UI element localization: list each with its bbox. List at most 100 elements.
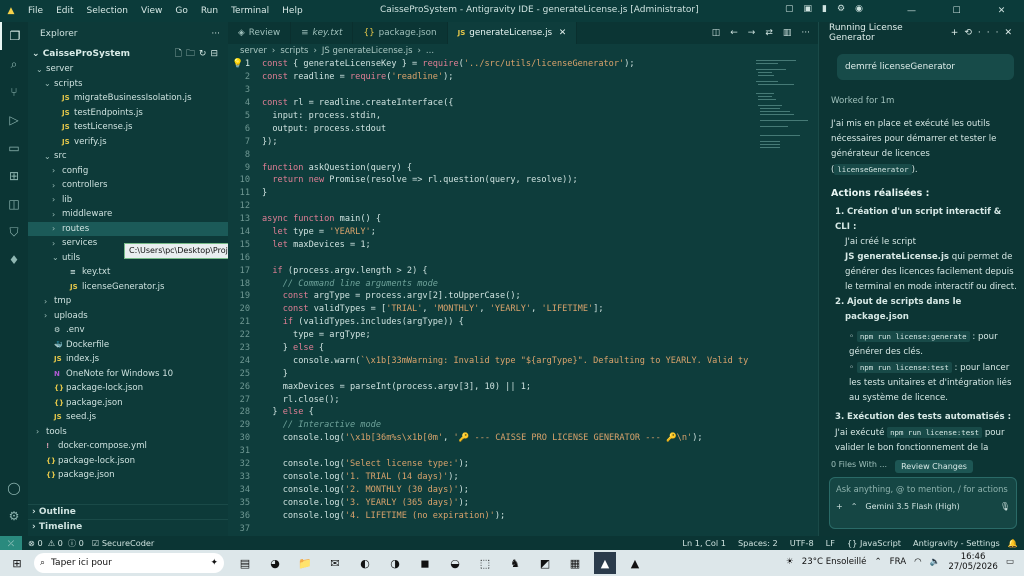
worked-duration[interactable]: Worked for 1m [831,94,1017,109]
menu-file[interactable]: File [28,6,43,16]
explorer-icon[interactable]: ❐ [0,22,28,50]
code-line[interactable]: 33 console.log('1. TRIAL (14 days)'); [228,471,818,484]
speaker-icon[interactable]: 🔈 [930,557,941,567]
menu-go[interactable]: Go [175,6,187,16]
tab-review[interactable]: ◈ Review [228,22,292,44]
code-line[interactable]: 1 const { generateLicenseKey } = require(… [228,58,818,71]
indentation[interactable]: Spaces: 2 [738,538,778,548]
tree-folder[interactable]: › uploads [28,309,228,324]
tree-folder[interactable]: › middleware [28,207,228,222]
chat-input[interactable]: Ask anything, @ to mention, / for action… [829,477,1017,529]
task-view-icon[interactable]: ▤ [234,552,256,574]
code-line[interactable]: 29 // Interactive mode [228,419,818,432]
timeline-section[interactable]: › Timeline [28,519,228,534]
app-icon[interactable]: ◩ [534,552,556,574]
code-line[interactable]: 15 let maxDevices = 1; [228,238,818,251]
menu-edit[interactable]: Edit [56,6,73,16]
history-icon[interactable]: ⟲ [964,28,978,38]
remote-explorer-icon[interactable]: ▭ [0,134,28,162]
code-line[interactable]: 4 const rl = readline.createInterface({ [228,97,818,110]
tree-folder[interactable]: › lib [28,193,228,208]
search-icon[interactable]: ⌕ [0,50,28,78]
toggle-sidebar-icon[interactable]: ▢ [785,4,794,14]
breadcrumb-item[interactable]: server [240,46,267,56]
tree-file[interactable]: {} package-lock.json [28,381,228,396]
code-line[interactable]: 37 [228,522,818,535]
code-line[interactable]: 23 } else { [228,342,818,355]
more-icon[interactable]: ··· [978,28,1005,38]
split-editor-icon[interactable]: ◫ [712,28,721,38]
code-line[interactable]: 2 const readline = require('readline'); [228,71,818,84]
extensions-icon[interactable]: ⊞ [0,162,28,190]
tree-file[interactable]: JS licenseGenerator.js [28,280,228,295]
problems-errors[interactable]: ⊗ 0 [28,538,43,548]
tree-file[interactable]: ! docker-compose.yml [28,439,228,454]
tree-folder[interactable]: ⌄ scripts [28,77,228,92]
code-line[interactable]: 31 [228,445,818,458]
minimize-icon[interactable]: — [889,0,934,22]
securecoder-status[interactable]: ☑ SecureCoder [92,538,154,548]
toggle-secondary-sidebar-icon[interactable]: ▮ [822,4,827,14]
code-line[interactable]: 7}); [228,135,818,148]
outline-section[interactable]: › Outline [28,504,228,519]
model-selector[interactable]: Gemini 3.5 Flash (High) [865,502,959,511]
code-line[interactable]: 32 console.log('Select license type:'); [228,458,818,471]
tree-file[interactable]: JS testLicense.js [28,120,228,135]
code-line[interactable]: 10 return new Promise(resolve => rl.ques… [228,174,818,187]
new-folder-icon[interactable]: 🗀 [186,49,199,59]
maximize-icon[interactable]: ☐ [934,0,979,22]
more-icon[interactable]: ··· [801,28,810,38]
tree-file[interactable]: JS migrateBusinessIsolation.js [28,91,228,106]
project-root[interactable]: ⌄ CaisseProSystem 🗋🗀↻⊟ [28,46,228,62]
code-line[interactable]: 27 rl.close(); [228,393,818,406]
back-icon[interactable]: ← [730,28,738,38]
brave-icon[interactable]: ♞ [504,552,526,574]
copilot-icon[interactable]: ◕ [264,552,286,574]
microphone-icon[interactable]: 🎙 [1000,502,1010,511]
mail-icon[interactable]: ✉ [324,552,346,574]
tree-file[interactable]: {} package.json [28,468,228,483]
code-line[interactable]: 19 const argType = process.argv[2].toUpp… [228,290,818,303]
toggle-panel-icon[interactable]: ▣ [804,4,813,14]
clock[interactable]: 16:46 27/05/2026 [948,552,998,572]
close-tab-icon[interactable]: ✕ [556,28,566,38]
database-icon[interactable]: ◫ [0,190,28,218]
add-context-icon[interactable]: + [836,502,843,511]
menu-terminal[interactable]: Terminal [231,6,269,16]
wifi-icon[interactable]: ◠ [914,557,922,567]
settings-status[interactable]: Antigravity - Settings [913,538,1000,548]
file-explorer-icon[interactable]: 📁 [294,552,316,574]
breadcrumb-item[interactable]: scripts [280,46,308,56]
app-icon[interactable]: ◒ [444,552,466,574]
leaf-icon[interactable]: ♦ [0,246,28,274]
tree-file[interactable]: JS seed.js [28,410,228,425]
tab-key-txt[interactable]: ≡ key.txt [291,22,354,44]
taskbar-search[interactable]: ⌕ Taper ici pour ✦ [34,553,224,573]
code-line[interactable]: 26 maxDevices = parseInt(process.argv[3]… [228,380,818,393]
gear-icon[interactable]: ⚙ [837,4,845,14]
end-of-line[interactable]: LF [826,538,835,548]
forward-icon[interactable]: → [748,28,756,38]
code-line[interactable]: 28 } else { [228,406,818,419]
input-language[interactable]: FRA [890,557,906,567]
tree-folder[interactable]: › config [28,164,228,179]
code-line[interactable]: 8 [228,148,818,161]
new-chat-icon[interactable]: + [951,28,965,38]
shield-icon[interactable]: ⛉ [0,218,28,246]
minimap[interactable] [754,58,808,218]
code-line[interactable]: 30 console.log('\x1b[36m%s\x1b[0m', '🔑 -… [228,432,818,445]
account-icon[interactable]: ◯ [0,474,28,502]
code-line[interactable]: 14 let type = 'YEARLY'; [228,226,818,239]
code-line[interactable]: 13 async function main() { [228,213,818,226]
tree-folder[interactable]: ⌄ server [28,62,228,77]
problems-info[interactable]: ⓘ 0 [68,537,84,549]
app-icon[interactable]: ⬚ [474,552,496,574]
code-line[interactable]: 11} [228,187,818,200]
app-icon[interactable]: ▦ [564,552,586,574]
tree-file[interactable]: {} package-lock.json [28,454,228,469]
compare-icon[interactable]: ⇄ [765,28,773,38]
files-changed[interactable]: 0 Files With ... [831,460,887,473]
more-actions-icon[interactable]: ··· [211,29,220,39]
tree-file[interactable]: JS index.js [28,352,228,367]
tree-folder[interactable]: › tools [28,425,228,440]
